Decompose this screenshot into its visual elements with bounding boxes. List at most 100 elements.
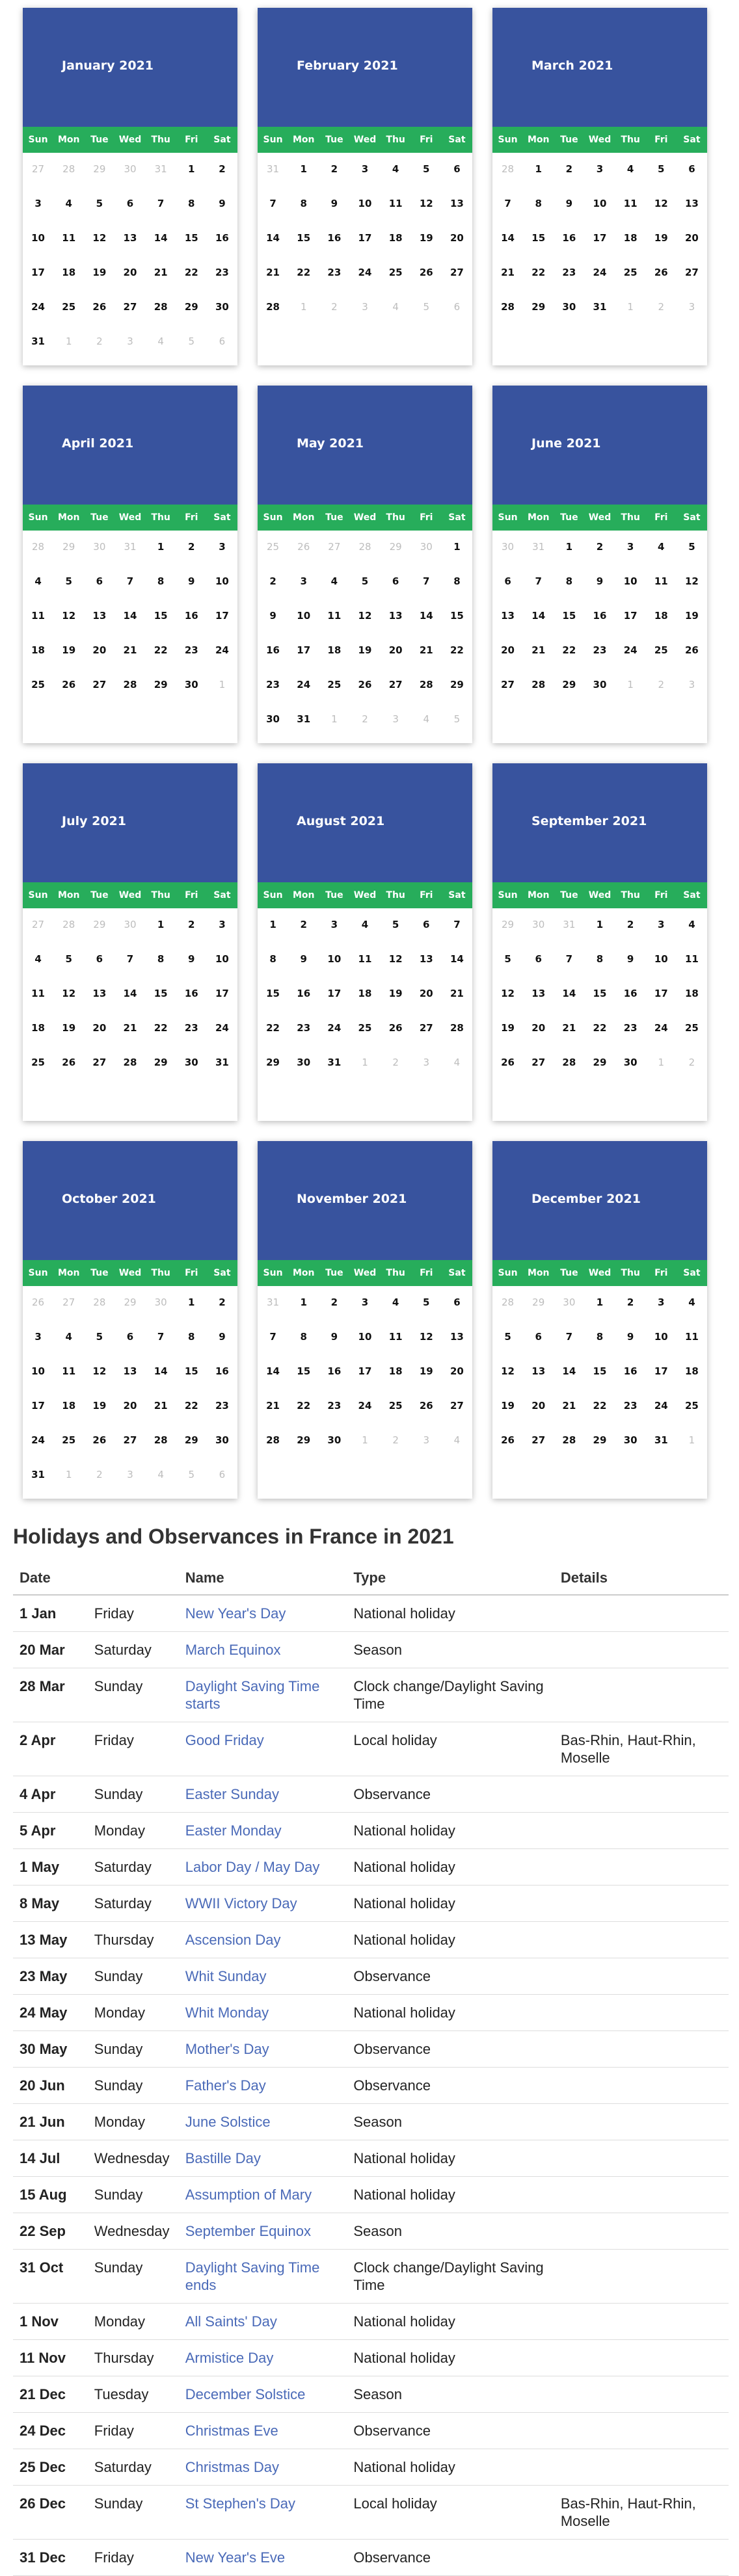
holiday-name-link[interactable]: Mother's Day — [185, 2041, 269, 2057]
week-row: 7 8 9 10 11 12 13 — [258, 1327, 472, 1361]
day-cell: 29 — [593, 1057, 607, 1068]
weekday-label: Wed — [588, 135, 611, 145]
weekday-label: Mon — [292, 890, 315, 900]
holiday-row: 20 Jun Sunday Father's Day Observance — [13, 2067, 729, 2104]
day-cell: 18 — [388, 232, 403, 244]
holiday-name-link[interactable]: Whit Monday — [185, 2004, 269, 2021]
holiday-name-link[interactable]: March Equinox — [185, 1642, 281, 1658]
holiday-name-link[interactable]: Armistice Day — [185, 2350, 274, 2366]
holiday-name-link[interactable]: Easter Sunday — [185, 1786, 279, 1802]
holiday-name-link[interactable]: Daylight Saving Time starts — [185, 1678, 320, 1712]
day-cell: 11 — [31, 988, 45, 999]
week-row: 1 2 3 4 5 6 7 — [258, 915, 472, 949]
holiday-row: 4 Apr Sunday Easter Sunday Observance — [13, 1776, 729, 1813]
month-days: 31 1 2 3 4 5 6 7 8 9 10 11 12 13 14 15 16 17 18 19 20 21 22 23 2… — [258, 1286, 472, 1465]
holiday-row: 25 Dec Saturday Christmas Day National holi… — [13, 2449, 729, 2486]
day-cell: 29 — [184, 1434, 198, 1446]
holiday-name-link[interactable]: Christmas Day — [185, 2459, 279, 2475]
holiday-type: Local holiday — [347, 2485, 554, 2540]
day-cell: 8 — [596, 953, 604, 965]
holiday-name-link[interactable]: Bastille Day — [185, 2150, 261, 2166]
weekday-label: Tue — [325, 1268, 343, 1278]
week-row: 14 15 16 17 18 19 20 — [258, 228, 472, 263]
month-days: 27 28 29 30 31 1 2 3 4 5 6 7 8 9 10 11 12 13 14 15 16 17 18 19 2… — [23, 153, 237, 365]
day-cell: 8 — [188, 1331, 195, 1343]
weekday-label: Tue — [90, 890, 109, 900]
holiday-weekday: Sunday — [87, 1668, 179, 1722]
month-header: June 2021 — [492, 386, 707, 505]
holiday-name-cell: Ascension Day — [178, 1921, 347, 1958]
holiday-name-link[interactable]: All Saints' Day — [185, 2313, 277, 2330]
holiday-name-link[interactable]: Daylight Saving Time ends — [185, 2259, 320, 2293]
day-cell: 23 — [623, 1022, 638, 1034]
day-cell: 13 — [531, 988, 546, 999]
day-cell: 5 — [423, 163, 430, 175]
day-cell: 29 — [562, 679, 576, 690]
holiday-name-link[interactable]: Labor Day / May Day — [185, 1859, 320, 1875]
day-cell: 23 — [184, 1022, 198, 1034]
holiday-name-link[interactable]: New Year's Day — [185, 1605, 286, 1622]
holiday-name-link[interactable]: Whit Sunday — [185, 1968, 267, 1984]
day-cell: 23 — [327, 1400, 342, 1412]
day-cell: 2 — [626, 1296, 634, 1308]
holiday-date: 26 Dec — [13, 2485, 88, 2540]
day-cell: 30 — [623, 1057, 638, 1068]
day-cell: 28 — [562, 1434, 576, 1446]
month-card: June 2021 Sun Mon Tue Wed Thu Fri Sat 30 31 1 2 3 4 5 6… — [492, 386, 707, 743]
day-cell: 2 — [565, 163, 573, 175]
holiday-name-link[interactable]: December Solstice — [185, 2386, 306, 2402]
day-cell: 4 — [688, 1296, 695, 1308]
day-cell: 24 — [623, 644, 638, 656]
day-cell: 22 — [297, 1400, 311, 1412]
day-cell: 15 — [562, 610, 576, 622]
holiday-name-link[interactable]: Good Friday — [185, 1732, 264, 1748]
day-cell: 10 — [654, 1331, 668, 1343]
day-cell: 16 — [215, 1365, 229, 1377]
adjacent-month-day: 30 — [420, 541, 433, 553]
day-cell: 16 — [184, 988, 198, 999]
holiday-name-link[interactable]: Father's Day — [185, 2077, 266, 2094]
holiday-name-link[interactable]: June Solstice — [185, 2114, 271, 2130]
holiday-name-link[interactable]: Easter Monday — [185, 1822, 282, 1839]
day-cell: 28 — [123, 1057, 137, 1068]
day-cell: 15 — [184, 232, 198, 244]
weekday-label: Sat — [213, 135, 231, 145]
weekday-label: Tue — [560, 135, 578, 145]
holiday-name-link[interactable]: Assumption of Mary — [185, 2187, 312, 2203]
adjacent-month-day: 5 — [188, 335, 195, 347]
holiday-name-link[interactable]: St Stephen's Day — [185, 2495, 295, 2512]
weekday-label: Wed — [353, 512, 377, 523]
day-cell: 8 — [453, 575, 461, 587]
day-cell: 3 — [626, 541, 634, 553]
holiday-name-link[interactable]: September Equinox — [185, 2223, 311, 2239]
day-cell: 23 — [266, 679, 280, 690]
holiday-row: 13 May Thursday Ascension Day National holi… — [13, 1921, 729, 1958]
day-cell: 29 — [593, 1434, 607, 1446]
weekday-header-row: Sun Mon Tue Wed Thu Fri Sat — [23, 505, 237, 531]
holiday-weekday: Friday — [87, 1595, 179, 1632]
holiday-type: Clock change/Daylight Saving Time — [347, 1668, 554, 1722]
holiday-name-link[interactable]: WWII Victory Day — [185, 1895, 297, 1912]
month-card: November 2021 Sun Mon Tue Wed Thu Fri Sat 31 1 2 3 4… — [258, 1141, 472, 1499]
holiday-name-link[interactable]: Ascension Day — [185, 1932, 281, 1948]
holiday-details — [554, 1885, 729, 1922]
holiday-row: 11 Nov Thursday Armistice Day National holi… — [13, 2339, 729, 2376]
day-cell: 8 — [596, 1331, 604, 1343]
holiday-name-link[interactable]: Christmas Eve — [185, 2423, 278, 2439]
holiday-name-link[interactable]: New Year's Eve — [185, 2549, 285, 2566]
day-cell: 4 — [392, 163, 399, 175]
holiday-weekday: Thursday — [87, 1921, 179, 1958]
day-cell: 1 — [157, 919, 165, 930]
month-header: March 2021 — [492, 8, 707, 127]
adjacent-month-day: 1 — [627, 679, 634, 690]
month-card: January 2021 Sun Mon Tue Wed Thu Fri Sat 27 28 29 3… — [23, 8, 237, 365]
day-cell: 10 — [327, 953, 342, 965]
day-cell: 13 — [501, 610, 515, 622]
week-row: 4 5 6 7 8 9 10 — [23, 949, 237, 984]
weekday-label: Wed — [118, 512, 142, 523]
weekday-label: Tue — [560, 890, 578, 900]
weekday-label: Wed — [353, 135, 377, 145]
month-days: 28 1 2 3 4 5 6 7 8 9 10 11 12 13 14 15 16 17 18 19 20 21 22 23 2… — [492, 153, 707, 332]
month-days: 1 2 3 4 5 6 7 8 9 10 11 12 13 14 15 16 17 18 19 20 21 22 23 24 2… — [258, 908, 472, 1087]
adjacent-month-day: 2 — [331, 301, 338, 313]
